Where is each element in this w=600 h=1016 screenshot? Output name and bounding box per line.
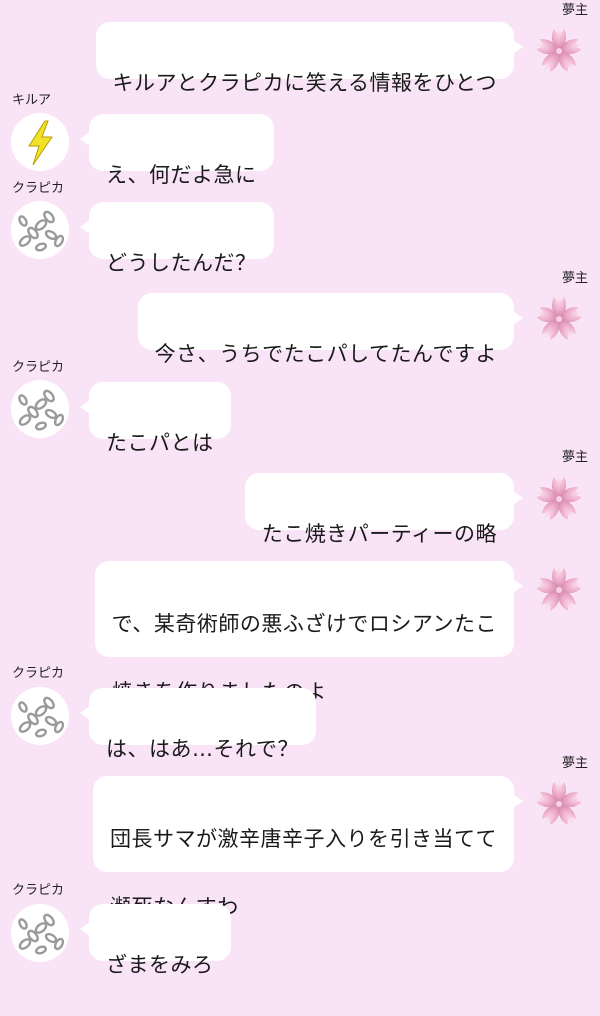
message-bubble: 団長サマが激辛唐辛子入りを引き当てて 瀕死なんすわ [93,776,523,919]
sender-name: 夢主 [561,450,588,465]
message-bubble: で、某奇術師の悪ふざけでロシアンたこ 焼きを作りましたのよ [94,561,524,704]
sender-name: クラピカ [12,360,65,375]
sender-name: 夢主 [561,271,588,286]
sender-name: 夢主 [561,3,588,18]
message-bubble: 今さ、うちでたこパしてたんですよ [137,293,524,366]
message-text: ざまをみろ [106,953,214,977]
sender-name: クラピカ [12,666,65,681]
message-text: え、何だよ急に [106,163,257,187]
message-bubble: どうしたんだ？ [80,202,274,275]
chat-log: 夢主 キルアとクラピカに笑える情報をひとつ キルア え、何だよ急に クラピカ ど… [0,0,600,977]
sakura-icon[interactable] [532,472,586,526]
sender-name: 夢主 [561,756,588,771]
message-bubble: ざまをみろ [80,904,231,977]
message-bubble: は、はあ…それで？ [80,688,316,761]
message-text: どうしたんだ？ [106,251,257,275]
message-text: キルアとクラピカに笑える情報をひとつ [112,71,497,95]
sakura-icon[interactable] [532,777,586,831]
sender-name: クラピカ [12,883,65,898]
message-text: は、はあ…それで？ [106,737,299,761]
sakura-icon[interactable] [532,24,586,78]
chain-icon[interactable] [11,904,69,962]
message-text: で、某奇術師の悪ふざけでロシアンたこ [111,612,497,636]
message-text: 団長サマが激辛唐辛子入りを引き当てて [110,827,497,851]
lightning-icon[interactable] [11,113,69,171]
message-bubble: キルアとクラピカに笑える情報をひとつ [95,22,524,95]
sender-name: キルア [12,93,52,108]
message-text: たこパとは [106,431,214,455]
chain-icon[interactable] [11,380,69,438]
chain-icon[interactable] [11,687,69,745]
chain-icon[interactable] [11,201,69,259]
message-bubble: たこパとは [80,382,231,455]
message-text: たこ焼きパーティーの略 [261,522,497,546]
message-bubble: たこ焼きパーティーの略 [244,473,524,546]
message-text: 今さ、うちでたこパしてたんですよ [154,342,497,366]
sakura-icon[interactable] [532,563,586,617]
sender-name: クラピカ [12,181,65,196]
message-bubble: え、何だよ急に [80,114,274,187]
sakura-icon[interactable] [532,292,586,346]
